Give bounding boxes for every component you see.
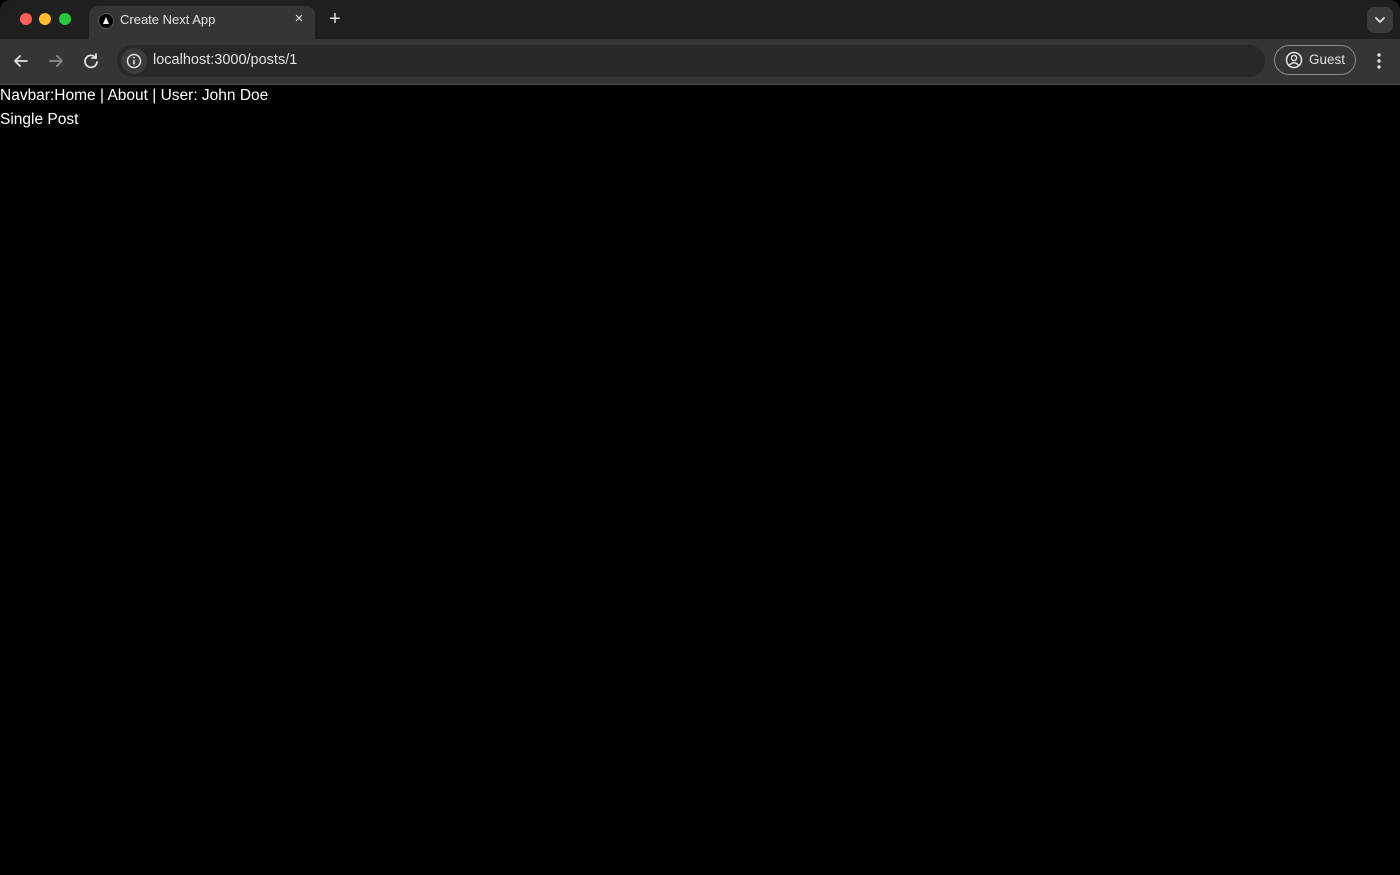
navbar-separator: | [147,87,161,104]
browser-menu-button[interactable] [1370,51,1388,71]
browser-toolbar: localhost:3000/posts/1 Guest [0,39,1400,85]
maximize-window-button[interactable] [59,13,71,25]
reload-icon [84,53,98,69]
navbar-user: User: John Doe [160,87,269,104]
nextjs-favicon-icon [98,13,114,29]
info-icon [126,53,142,69]
reload-button[interactable] [80,50,102,72]
tab-create-next-app[interactable]: Create Next App × [89,6,315,39]
user-circle-icon [1285,51,1303,69]
close-window-button[interactable] [20,13,32,25]
forward-button[interactable] [45,50,67,72]
more-vertical-icon [1377,53,1381,69]
profile-label: Guest [1309,52,1346,67]
navbar-prefix: Navbar: [0,87,55,104]
url-text[interactable]: localhost:3000/posts/1 [153,52,297,68]
tab-bar: Create Next App × + [0,0,1400,39]
chevron-down-icon [1375,17,1385,23]
navbar: Navbar:Home | About | User: John Doe [0,87,268,105]
nav-link-home[interactable]: Home [54,87,95,104]
address-bar[interactable]: localhost:3000/posts/1 [117,45,1265,77]
nav-link-about[interactable]: About [107,87,148,104]
new-tab-button[interactable]: + [325,9,345,29]
close-tab-icon[interactable]: × [290,10,308,28]
minimize-window-button[interactable] [39,13,51,25]
profile-guest-button[interactable]: Guest [1274,45,1356,75]
browser-window: Create Next App × + localhost:3000/posts… [0,0,1400,875]
arrow-left-icon [14,55,28,67]
page-content: Navbar:Home | About | User: John Doe Sin… [0,85,1400,875]
tab-title: Create Next App [120,12,216,27]
page-heading: Single Post [0,111,79,128]
back-button[interactable] [10,50,32,72]
tab-search-button[interactable] [1367,7,1393,33]
arrow-right-icon [49,55,63,67]
site-info-button[interactable] [121,48,147,74]
navbar-separator: | [95,87,108,104]
